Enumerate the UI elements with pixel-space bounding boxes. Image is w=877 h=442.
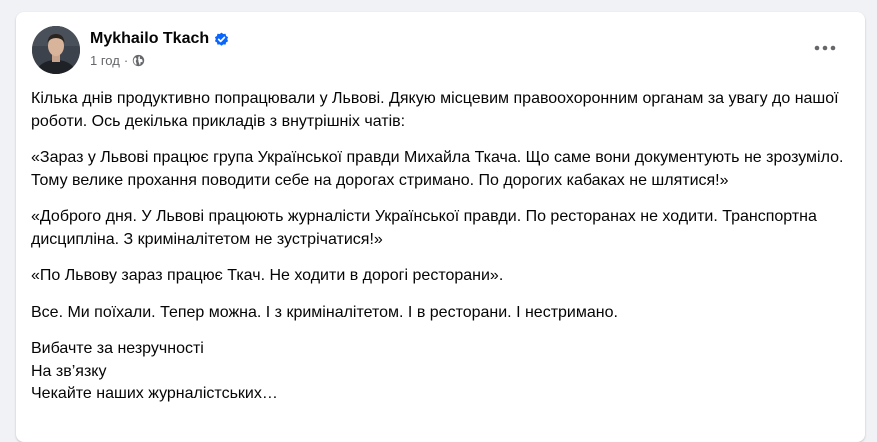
post-paragraph: «Доброго дня. У Львові працюють журналіс…: [31, 208, 817, 248]
globe-icon[interactable]: [132, 54, 145, 67]
post-paragraph: «По Львову зараз працює Ткач. Не ходити …: [31, 267, 504, 284]
author-name[interactable]: Mykhailo Tkach: [90, 30, 209, 48]
closing-line: Вибачте за незручності: [31, 340, 204, 357]
post-meta: 1 год ·: [90, 53, 229, 68]
author-avatar[interactable]: [32, 26, 80, 74]
meta-separator: ·: [123, 53, 129, 68]
author-block: Mykhailo Tkach 1 год ·: [90, 28, 229, 68]
post-paragraph: Все. Ми поїхали. Тепер можна. І з кримін…: [31, 303, 618, 321]
post-card: Mykhailo Tkach 1 год · Кілька днів проду…: [16, 12, 865, 442]
post-header: Mykhailo Tkach 1 год ·: [32, 26, 849, 76]
verified-badge-icon: [214, 32, 229, 47]
closing-line: На зв’язку: [31, 362, 107, 380]
more-options-button[interactable]: [807, 30, 843, 66]
more-horizontal-icon: [814, 45, 836, 51]
post-body: Кілька днів продуктивно попрацювали у Ль…: [31, 88, 851, 406]
post-paragraph: «Зараз у Львові працює група Української…: [31, 149, 844, 189]
closing-line: Чекайте наших журналістських…: [31, 385, 278, 402]
post-paragraph: Кілька днів продуктивно попрацювали у Ль…: [31, 90, 839, 130]
post-timestamp[interactable]: 1 год: [90, 53, 120, 68]
post-closing: Вибачте за незручності На зв’язку Чекайт…: [31, 338, 851, 406]
